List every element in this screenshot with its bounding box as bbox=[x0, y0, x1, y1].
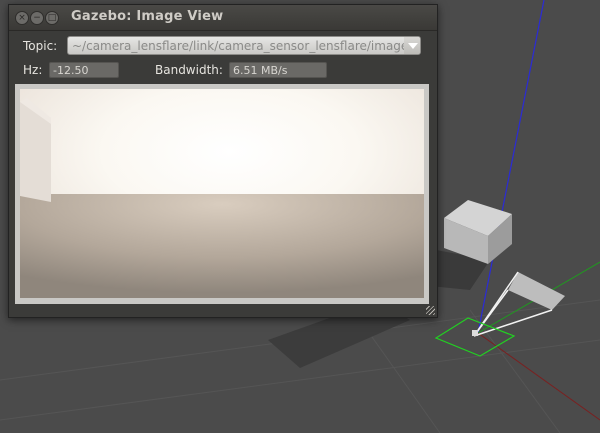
maximize-icon[interactable]: □ bbox=[45, 11, 59, 25]
window-title: Gazebo: Image View bbox=[71, 9, 224, 24]
camera-image bbox=[20, 89, 424, 298]
window-titlebar[interactable]: × − □ Gazebo: Image View bbox=[9, 5, 437, 31]
bandwidth-value-field: 6.51 MB/s bbox=[229, 62, 327, 78]
topic-label: Topic: bbox=[23, 39, 58, 53]
chevron-down-icon[interactable] bbox=[404, 37, 420, 54]
bandwidth-label: Bandwidth: bbox=[155, 63, 223, 77]
topic-select[interactable]: ~/camera_lensflare/link/camera_sensor_le… bbox=[67, 36, 421, 55]
close-icon[interactable]: × bbox=[15, 11, 29, 25]
camera-link[interactable] bbox=[472, 330, 478, 336]
camera-image-frame bbox=[15, 84, 429, 304]
minimize-icon[interactable]: − bbox=[30, 11, 44, 25]
resize-grip-icon[interactable] bbox=[426, 306, 435, 315]
topic-value: ~/camera_lensflare/link/camera_sensor_le… bbox=[72, 39, 409, 53]
image-view-window[interactable]: × − □ Gazebo: Image View Topic: ~/camera… bbox=[8, 4, 438, 318]
hz-value-field: -12.50 bbox=[49, 62, 119, 78]
hz-label: Hz: bbox=[23, 63, 43, 77]
